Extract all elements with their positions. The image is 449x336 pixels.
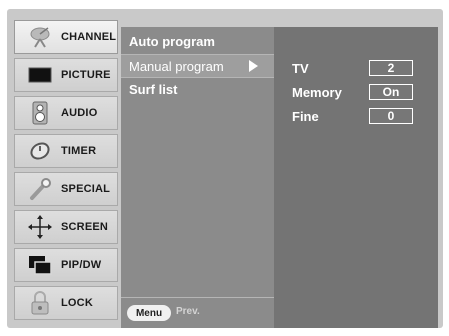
satellite-dish-icon [25,24,55,50]
sidebar-item-label: AUDIO [61,107,98,119]
sidebar-item-label: PICTURE [61,69,111,81]
sidebar-item-lock[interactable]: LOCK [14,286,118,320]
play-arrow-icon [249,60,258,72]
setting-label: TV [292,60,309,76]
menu-item-label: Auto program [129,33,215,49]
settings-panel: TV 2 Memory On Fine 0 [274,27,438,328]
move-arrows-icon [25,214,55,240]
clock-icon [25,138,55,164]
sidebar-item-label: CHANNEL [61,31,117,43]
pip-windows-icon [25,252,55,278]
sidebar-item-special[interactable]: SPECIAL [14,172,118,206]
category-sidebar: CHANNEL PICTURE AUDIO TIMER SPECIAL SCRE… [14,20,118,325]
sidebar-item-picture[interactable]: PICTURE [14,58,118,92]
sidebar-item-label: PIP/DW [61,259,102,271]
setting-value-fine[interactable]: 0 [369,108,413,124]
sidebar-item-label: TIMER [61,145,97,157]
prev-label: Prev. [176,306,200,317]
menu-item-label: Manual program [129,58,224,74]
sidebar-item-screen[interactable]: SCREEN [14,210,118,244]
setting-row-fine: Fine 0 [292,107,432,125]
setting-label: Memory [292,84,342,100]
setting-value-memory[interactable]: On [369,84,413,100]
sidebar-item-channel[interactable]: CHANNEL [14,20,118,54]
setting-row-memory: Memory On [292,83,432,101]
menu-item-manual-program[interactable]: Manual program [121,55,274,77]
speaker-icon [25,100,55,126]
padlock-icon [25,290,55,316]
sidebar-item-audio[interactable]: AUDIO [14,96,118,130]
monitor-icon [25,62,55,88]
menu-footer: Menu Prev. [121,297,274,328]
sidebar-item-label: LOCK [61,297,93,309]
setting-row-tv: TV 2 [292,59,432,77]
wrench-icon [25,176,55,202]
setting-label: Fine [292,108,319,124]
sidebar-item-label: SPECIAL [61,183,111,195]
channel-menu: Auto program Manual program Surf list Me… [121,27,274,328]
menu-item-label: Surf list [129,81,178,97]
menu-item-surf-list[interactable]: Surf list [121,78,274,100]
sidebar-item-timer[interactable]: TIMER [14,134,118,168]
menu-item-auto-program[interactable]: Auto program [121,30,274,52]
sidebar-item-pipdw[interactable]: PIP/DW [14,248,118,282]
sidebar-item-label: SCREEN [61,221,109,233]
setting-value-tv[interactable]: 2 [369,60,413,76]
menu-button[interactable]: Menu [127,305,171,321]
